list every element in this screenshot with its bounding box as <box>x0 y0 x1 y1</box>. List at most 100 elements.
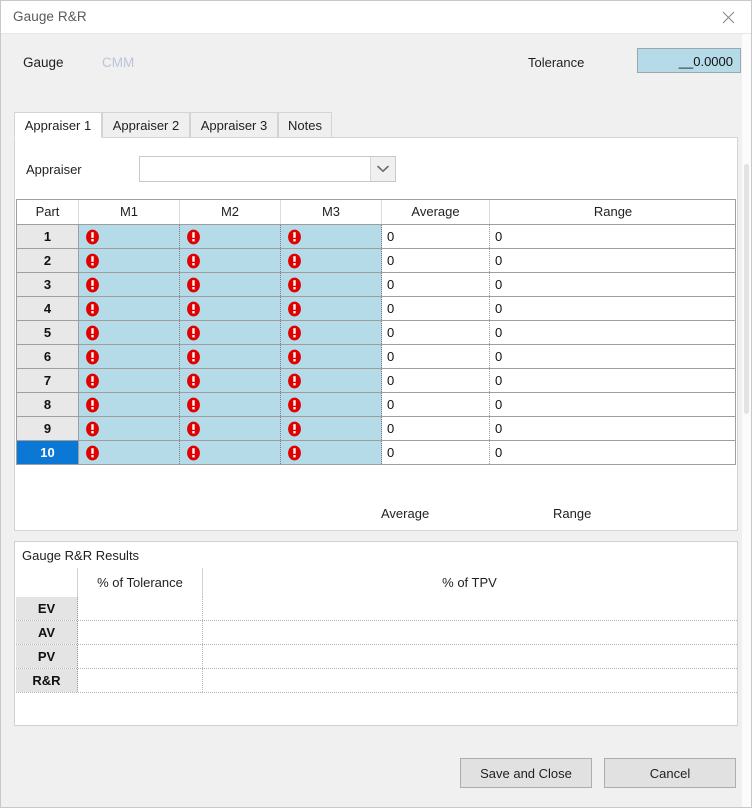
close-button[interactable] <box>705 1 751 33</box>
table-row[interactable]: 2 00 <box>17 249 735 273</box>
grid-cell-m1[interactable] <box>79 441 180 464</box>
grid-cell-part[interactable]: 3 <box>17 273 79 296</box>
grid-cell-m3[interactable] <box>281 345 382 368</box>
grid-cell-part[interactable]: 4 <box>17 297 79 320</box>
results-cell-tolerance <box>78 645 203 668</box>
grid-header-range[interactable]: Range <box>490 200 735 224</box>
grid-cell-range[interactable]: 0 <box>490 369 735 392</box>
grid-cell-m2[interactable] <box>180 441 281 464</box>
grid-scrollbar[interactable] <box>727 201 734 464</box>
grid-cell-m2[interactable] <box>180 393 281 416</box>
grid-cell-m2[interactable] <box>180 249 281 272</box>
measurement-grid[interactable]: Part M1 M2 M3 Average Range 10020030040050060… <box>16 199 736 465</box>
grid-cell-m3[interactable] <box>281 369 382 392</box>
grid-cell-part[interactable]: 8 <box>17 393 79 416</box>
grid-cell-m1[interactable] <box>79 393 180 416</box>
results-row: EV <box>16 597 737 621</box>
grid-cell-range[interactable]: 0 <box>490 297 735 320</box>
grid-cell-m1[interactable] <box>79 273 180 296</box>
grid-cell-range[interactable]: 0 <box>490 249 735 272</box>
results-cell-tpv <box>203 621 736 644</box>
dialog-scrollbar[interactable] <box>742 34 751 807</box>
error-exclamation-icon <box>288 253 301 269</box>
grid-body[interactable]: 1 0 0 2 0 0 3 0 0 4 0 0 5 0 0 6 0 0 7 0 0 8 0 0 9 0 0 10 0 0 <box>17 225 735 464</box>
table-row[interactable]: 4 00 <box>17 297 735 321</box>
grid-cell-m3[interactable] <box>281 393 382 416</box>
grid-cell-m2[interactable] <box>180 369 281 392</box>
results-cell-tpv <box>203 669 736 692</box>
error-exclamation-icon <box>288 445 301 461</box>
grid-cell-m3[interactable] <box>281 297 382 320</box>
grid-cell-average[interactable]: 0 <box>382 393 490 416</box>
grid-cell-range[interactable]: 0 <box>490 225 735 248</box>
grid-cell-average[interactable]: 0 <box>382 345 490 368</box>
grid-cell-m3[interactable] <box>281 321 382 344</box>
grid-cell-average[interactable]: 0 <box>382 249 490 272</box>
tab-notes[interactable]: Notes <box>278 112 332 138</box>
grid-cell-range[interactable]: 0 <box>490 393 735 416</box>
grid-cell-range[interactable]: 0 <box>490 321 735 344</box>
appraiser-dropdown-button[interactable] <box>370 157 395 181</box>
grid-cell-average[interactable]: 0 <box>382 297 490 320</box>
grid-cell-m2[interactable] <box>180 225 281 248</box>
table-row[interactable]: 3 00 <box>17 273 735 297</box>
grid-cell-average[interactable]: 0 <box>382 441 490 464</box>
grid-cell-average[interactable]: 0 <box>382 369 490 392</box>
table-row[interactable]: 5 00 <box>17 321 735 345</box>
grid-cell-part[interactable]: 10 <box>17 441 79 464</box>
tab-appraiser-2[interactable]: Appraiser 2 <box>102 112 190 138</box>
grid-header-average[interactable]: Average <box>382 200 490 224</box>
grid-cell-part[interactable]: 9 <box>17 417 79 440</box>
grid-cell-part[interactable]: 1 <box>17 225 79 248</box>
tolerance-input[interactable]: __0.0000 <box>637 48 741 73</box>
save-and-close-button[interactable]: Save and Close <box>460 758 592 788</box>
grid-cell-range[interactable]: 0 <box>490 417 735 440</box>
grid-cell-m3[interactable] <box>281 225 382 248</box>
tab-appraiser-3[interactable]: Appraiser 3 <box>190 112 278 138</box>
grid-cell-m2[interactable] <box>180 417 281 440</box>
grid-cell-m1[interactable] <box>79 417 180 440</box>
grid-cell-m3[interactable] <box>281 417 382 440</box>
grid-header-m1[interactable]: M1 <box>79 200 180 224</box>
grid-cell-m1[interactable] <box>79 249 180 272</box>
table-row[interactable]: 10 0 0 <box>17 441 735 464</box>
table-row[interactable]: 9 00 <box>17 417 735 441</box>
grid-cell-m2[interactable] <box>180 345 281 368</box>
table-row[interactable]: 6 00 <box>17 345 735 369</box>
grid-cell-m1[interactable] <box>79 225 180 248</box>
grid-header-m2[interactable]: M2 <box>180 200 281 224</box>
grid-cell-part[interactable]: 6 <box>17 345 79 368</box>
grid-cell-range[interactable]: 0 <box>490 441 735 464</box>
grid-cell-m1[interactable] <box>79 369 180 392</box>
grid-cell-m3[interactable] <box>281 273 382 296</box>
dialog-scrollbar-thumb[interactable] <box>744 164 749 414</box>
grid-cell-range[interactable]: 0 <box>490 345 735 368</box>
grid-cell-m3[interactable] <box>281 249 382 272</box>
grid-cell-average[interactable]: 0 <box>382 225 490 248</box>
grid-cell-m2[interactable] <box>180 297 281 320</box>
cancel-button[interactable]: Cancel <box>604 758 736 788</box>
grid-cell-average[interactable]: 0 <box>382 417 490 440</box>
results-header-row: % of Tolerance % of TPV <box>16 568 737 597</box>
grid-cell-part[interactable]: 7 <box>17 369 79 392</box>
grid-cell-m1[interactable] <box>79 345 180 368</box>
grid-cell-m2[interactable] <box>180 273 281 296</box>
grid-cell-m3[interactable] <box>281 441 382 464</box>
grid-cell-part[interactable]: 5 <box>17 321 79 344</box>
grid-cell-m1[interactable] <box>79 321 180 344</box>
appraiser-select[interactable] <box>139 156 396 182</box>
grid-cell-average[interactable]: 0 <box>382 273 490 296</box>
grid-header-m3[interactable]: M3 <box>281 200 382 224</box>
grid-cell-part[interactable]: 2 <box>17 249 79 272</box>
table-row[interactable]: 1 00 <box>17 225 735 249</box>
tab-appraiser-1[interactable]: Appraiser 1 <box>14 112 102 138</box>
table-row[interactable]: 8 00 <box>17 393 735 417</box>
table-row[interactable]: 7 00 <box>17 369 735 393</box>
grid-cell-average[interactable]: 0 <box>382 321 490 344</box>
error-exclamation-icon <box>288 229 301 245</box>
grid-header-part[interactable]: Part <box>17 200 79 224</box>
chevron-down-icon <box>377 165 389 173</box>
grid-cell-m1[interactable] <box>79 297 180 320</box>
grid-cell-m2[interactable] <box>180 321 281 344</box>
grid-cell-range[interactable]: 0 <box>490 273 735 296</box>
